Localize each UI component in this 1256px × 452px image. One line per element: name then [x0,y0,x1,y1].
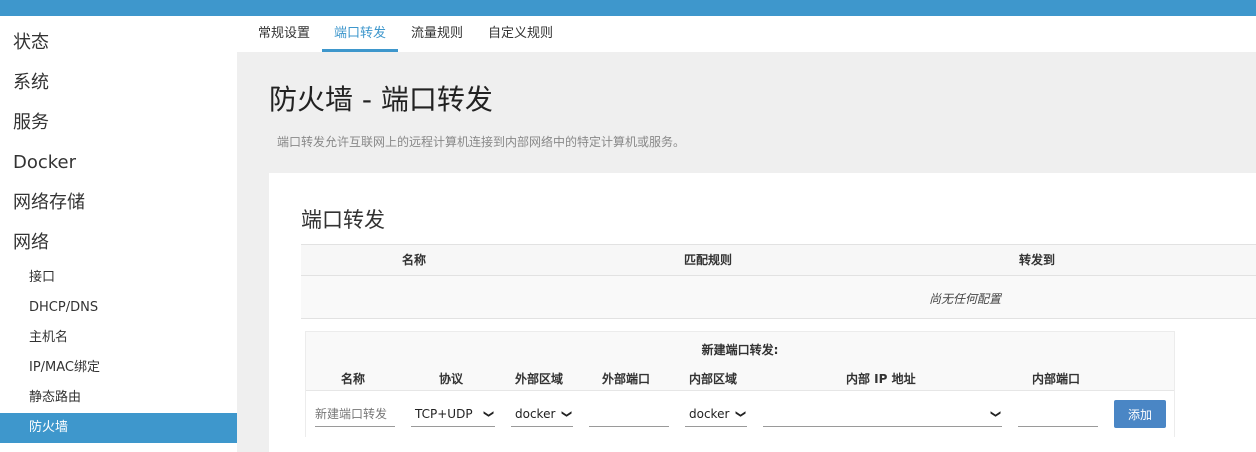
sidebar-item-firewall[interactable]: 防火墙 [0,413,237,443]
table-header: 名称 匹配规则 转发到 [301,245,1256,276]
section-title: 端口转发 [301,208,385,232]
tab-port-forwards[interactable]: 端口转发 [322,16,399,52]
label-name: 名称 [341,372,366,386]
new-forward-input-row: TCP+UDP ❯ docker ❯ docker ❯ ❯ 添加 [306,390,1174,438]
page-description: 端口转发允许互联网上的远程计算机连接到内部网络中的特定计算机或服务。 [277,135,686,149]
label-internal-port: 内部端口 [1032,372,1081,386]
sidebar-item-docker[interactable]: Docker [0,143,237,183]
label-protocol: 协议 [439,372,464,386]
protocol-value: TCP+UDP [415,407,473,421]
column-header-match: 匹配规则 [684,253,733,267]
column-header-forward-to: 转发到 [1019,253,1056,267]
port-forward-section: 端口转发 名称 匹配规则 转发到 尚无任何配置 新建端口转发: 名称 协议 外部… [269,173,1256,452]
page-title: 防火墙 - 端口转发 [269,83,493,116]
tab-traffic-rules[interactable]: 流量规则 [399,16,475,52]
sidebar-item-nas[interactable]: 网络存储 [0,183,237,223]
sidebar-item-hostnames[interactable]: 主机名 [0,323,237,353]
port-forward-table: 名称 匹配规则 转发到 尚无任何配置 [301,244,1256,319]
sidebar-item-static-routes[interactable]: 静态路由 [0,383,237,413]
internal-ip-select[interactable]: ❯ [763,401,1002,427]
external-port-input[interactable] [589,401,669,427]
empty-row: 尚无任何配置 [301,276,1256,319]
new-port-forward-form: 新建端口转发: 名称 协议 外部区域 外部端口 内部区域 内部 IP 地址 内部… [305,331,1175,438]
empty-message: 尚无任何配置 [929,292,1002,306]
sidebar-item-system[interactable]: 系统 [0,63,237,103]
sidebar-item-dhcp-dns[interactable]: DHCP/DNS [0,293,237,323]
sidebar-item-services[interactable]: 服务 [0,103,237,143]
external-zone-select[interactable]: docker ❯ [511,401,573,427]
name-input[interactable] [315,401,395,427]
tab-general-settings[interactable]: 常规设置 [246,16,322,52]
sidebar-item-network[interactable]: 网络 [0,223,237,263]
sidebar-item-ip-mac-binding[interactable]: IP/MAC绑定 [0,353,237,383]
chevron-down-icon: ❯ [482,409,494,419]
label-external-port: 外部端口 [602,372,651,386]
chevron-down-icon: ❯ [734,409,746,419]
chevron-down-icon: ❯ [989,409,1001,419]
internal-zone-value: docker [689,407,730,421]
chevron-down-icon: ❯ [560,409,572,419]
sidebar-item-interfaces[interactable]: 接口 [0,263,237,293]
label-internal-zone: 内部区域 [689,372,738,386]
label-external-zone: 外部区域 [515,372,564,386]
external-zone-value: docker [515,407,556,421]
sidebar-item-status[interactable]: 状态 [0,23,237,63]
internal-zone-select[interactable]: docker ❯ [685,401,747,427]
tab-bar: 常规设置 端口转发 流量规则 自定义规则 [237,16,1256,52]
internal-port-input[interactable] [1018,401,1098,427]
column-header-name: 名称 [402,253,427,267]
label-internal-ip: 内部 IP 地址 [846,372,916,386]
add-button[interactable]: 添加 [1114,400,1166,428]
protocol-select[interactable]: TCP+UDP ❯ [411,401,495,427]
new-forward-title: 新建端口转发: [701,343,779,357]
top-bar [0,0,1256,16]
sidebar: 状态 系统 服务 Docker 网络存储 网络 接口 DHCP/DNS 主机名 … [0,16,237,452]
tab-custom-rules[interactable]: 自定义规则 [476,16,565,52]
